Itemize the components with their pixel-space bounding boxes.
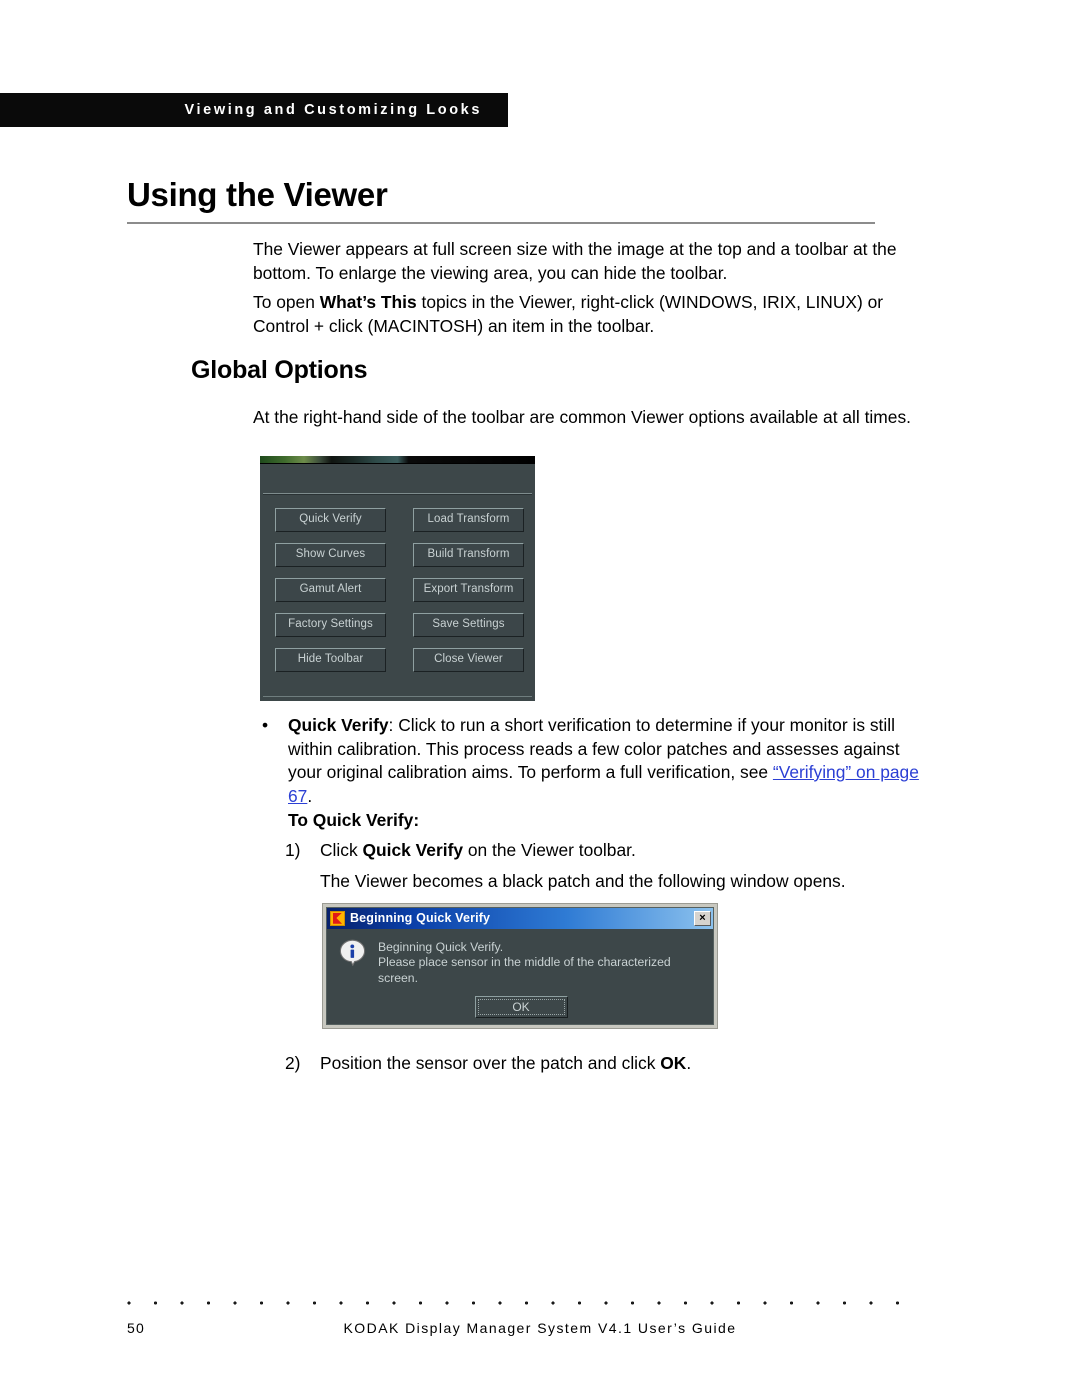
info-icon (339, 939, 366, 967)
procedure-step-2-post: . (686, 1053, 692, 1073)
dialog-message-row: Beginning Quick Verify. Please place sen… (339, 938, 703, 987)
toolbar-bottom-border (263, 696, 532, 697)
bullet-description-end: . (307, 785, 313, 806)
toolbar-left-button-column: Quick Verify Show Curves Gamut Alert Fac… (275, 508, 386, 672)
intro-paragraph-1: The Viewer appears at full screen size w… (253, 238, 925, 285)
procedure-step-1-pre: Click (320, 840, 363, 860)
toolbar-button-close-viewer[interactable]: Close Viewer (413, 648, 524, 672)
procedure-step-2-bold: OK (660, 1053, 687, 1073)
section-heading-global-options: Global Options (191, 356, 368, 384)
procedure-step-1-followup: The Viewer becomes a black patch and the… (285, 870, 925, 894)
bullet-item-quick-verify: • Quick Verify: Click to run a short ver… (262, 714, 922, 808)
procedure-step-1-post: on the Viewer toolbar. (463, 840, 636, 860)
procedure-step-2: 2) Position the sensor over the patch an… (285, 1052, 925, 1076)
toolbar-button-hide-toolbar[interactable]: Hide Toolbar (275, 648, 386, 672)
close-icon[interactable]: × (694, 910, 711, 926)
procedure-step-2-text: Position the sensor over the patch and c… (320, 1052, 925, 1076)
viewer-toolbar-screenshot: Quick Verify Show Curves Gamut Alert Fac… (260, 456, 535, 701)
bullet-marker-icon: • (262, 715, 269, 735)
dialog-message-text: Beginning Quick Verify. Please place sen… (378, 938, 703, 987)
intro-paragraph-2-bold-term: What’s This (319, 292, 417, 312)
page-title: Using the Viewer (127, 176, 388, 213)
toolbar-right-button-column: Load Transform Build Transform Export Tr… (413, 508, 524, 672)
toolbar-button-save-settings[interactable]: Save Settings (413, 613, 524, 637)
running-header-text: Viewing and Customizing Looks (184, 102, 482, 118)
running-header-bar: Viewing and Customizing Looks (0, 93, 508, 127)
dialog-window: Beginning Quick Verify × Beginning Quick… (326, 907, 714, 1025)
procedure-step-1: 1) Click Quick Verify on the Viewer tool… (285, 839, 925, 863)
procedure-subheading: To Quick Verify: (288, 810, 420, 830)
procedure-step-1-number: 1) (285, 840, 301, 860)
procedure-step-1-text: Click Quick Verify on the Viewer toolbar… (320, 839, 925, 863)
procedure-step-2-pre: Position the sensor over the patch and c… (320, 1053, 661, 1073)
title-divider-rule (127, 222, 875, 224)
toolbar-button-show-curves[interactable]: Show Curves (275, 543, 386, 567)
procedure-step-1-bold: Quick Verify (362, 840, 464, 860)
toolbar-top-border (260, 463, 535, 464)
bullet-item-text: Quick Verify: Click to run a short verif… (288, 714, 922, 808)
procedure-step-2-number: 2) (285, 1053, 301, 1073)
toolbar-button-quick-verify[interactable]: Quick Verify (275, 508, 386, 532)
section-paragraph: At the right-hand side of the toolbar ar… (253, 407, 911, 427)
toolbar-image-strip (260, 456, 535, 463)
footer-dotted-rule (127, 1301, 917, 1306)
dialog-body: Beginning Quick Verify. Please place sen… (327, 929, 713, 1025)
toolbar-divider-dark (263, 494, 532, 495)
toolbar-button-factory-settings[interactable]: Factory Settings (275, 613, 386, 637)
toolbar-button-gamut-alert[interactable]: Gamut Alert (275, 578, 386, 602)
kodak-logo-icon (330, 910, 345, 926)
dialog-title-text: Beginning Quick Verify (350, 911, 491, 926)
intro-paragraph-2-pre: To open (253, 292, 320, 312)
dialog-message-line-2: Please place sensor in the middle of the… (378, 955, 671, 985)
beginning-quick-verify-dialog-screenshot: Beginning Quick Verify × Beginning Quick… (322, 903, 718, 1029)
dialog-message-line-1: Beginning Quick Verify. (378, 939, 504, 954)
toolbar-button-build-transform[interactable]: Build Transform (413, 543, 524, 567)
footer-guide-title: KODAK Display Manager System V4.1 User’s… (343, 1320, 737, 1336)
intro-paragraph-2: To open What’s This topics in the Viewer… (253, 291, 925, 338)
bullet-term-quick-verify: Quick Verify (288, 715, 389, 735)
toolbar-button-export-transform[interactable]: Export Transform (413, 578, 524, 602)
dialog-ok-button[interactable]: OK (474, 996, 568, 1018)
intro-paragraph-1-text: The Viewer appears at full screen size w… (253, 239, 897, 283)
procedure-step-1-followup-text: The Viewer becomes a black patch and the… (320, 871, 846, 891)
dialog-button-row: OK (339, 996, 703, 1018)
dialog-title-bar: Beginning Quick Verify × (327, 908, 713, 929)
toolbar-button-load-transform[interactable]: Load Transform (413, 508, 524, 532)
